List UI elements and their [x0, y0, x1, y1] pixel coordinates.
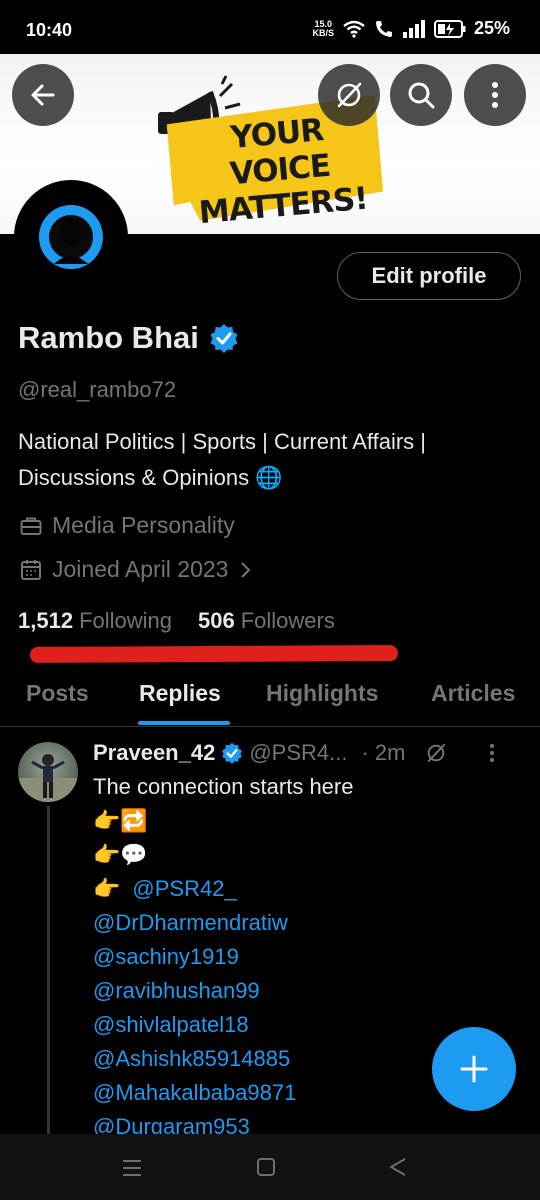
bio-line-1: National Politics | Sports | Current Aff…	[18, 429, 427, 454]
status-icons: 15.0 KB/S 25%	[312, 18, 510, 39]
profile-name: Rambo Bhai	[18, 320, 199, 355]
profile-bio: National Politics | Sports | Current Aff…	[18, 424, 528, 496]
tab-highlights[interactable]: Highlights	[266, 680, 378, 707]
calendar-icon	[21, 559, 41, 580]
battery-icon	[433, 19, 466, 38]
mention-link[interactable]: @ravibhushan99	[93, 974, 353, 1008]
tweet-author-handle[interactable]: @PSR4...	[249, 740, 347, 766]
back-nav-icon[interactable]	[388, 1157, 408, 1177]
tweet-emoji-line-1: 👉🔁	[93, 808, 148, 833]
briefcase-icon	[20, 517, 42, 535]
followers-link[interactable]: 506 Followers	[198, 608, 335, 634]
home-icon[interactable]	[256, 1157, 276, 1177]
battery-percent: 25%	[473, 18, 510, 38]
more-vertical-icon	[492, 82, 498, 108]
category-text: Media Personality	[52, 512, 235, 538]
profile-category: Media Personality	[20, 512, 235, 539]
joined-text: Joined April 2023	[52, 556, 229, 582]
network-speed: 15.0 KB/S	[312, 19, 334, 38]
avatar-silhouette-icon	[39, 205, 103, 269]
status-time: 10:40	[26, 20, 73, 40]
following-count: 1,512	[18, 608, 74, 633]
more-button[interactable]	[464, 64, 526, 126]
tweet-header: Praveen_42 @PSR4... · 2m	[93, 740, 495, 766]
status-bar: 10:40 15.0 KB/S 25%	[0, 0, 540, 54]
profile-stats: 1,512 Following 506 Followers	[18, 608, 335, 634]
tweet-author-name[interactable]: Praveen_42	[93, 740, 215, 766]
bio-line-2: Discussions & Opinions 🌐	[18, 465, 283, 490]
recent-apps-icon[interactable]	[121, 1158, 143, 1178]
mention-link[interactable]: @DrDharmendratiw	[93, 906, 353, 940]
mention-link[interactable]: @Ashishk85914885	[93, 1042, 353, 1076]
followers-label: Followers	[240, 608, 335, 633]
verified-badge-icon	[222, 742, 243, 764]
following-label: Following	[79, 608, 172, 633]
system-nav-bar	[0, 1134, 540, 1200]
tab-replies[interactable]: Replies	[139, 680, 221, 707]
more-vertical-icon[interactable]	[489, 743, 495, 763]
arrow-left-icon	[31, 84, 55, 106]
active-tab-indicator	[138, 721, 230, 725]
search-button[interactable]	[390, 64, 452, 126]
tweet-emoji-pointer: 👉	[93, 876, 121, 901]
chevron-right-icon	[241, 561, 251, 578]
person-photo-icon	[18, 754, 78, 802]
profile-name-row: Rambo Bhai	[18, 320, 239, 356]
search-icon	[408, 82, 435, 109]
tweet-time: · 2m	[361, 740, 406, 765]
red-underline-annotation	[29, 645, 399, 663]
tab-posts[interactable]: Posts	[26, 680, 89, 707]
signal-icon	[402, 19, 425, 38]
verified-badge-icon[interactable]	[209, 323, 239, 353]
profile-handle: @real_rambo72	[18, 377, 177, 402]
grok-button[interactable]	[318, 64, 380, 126]
compose-post-button[interactable]	[432, 1027, 516, 1111]
tweet-emoji-line-3: 👉 @PSR42_	[93, 872, 353, 906]
tweet-emoji-line-2: 👉💬	[93, 842, 148, 867]
plus-icon	[460, 1055, 488, 1083]
wifi-icon	[343, 20, 365, 38]
thread-line	[47, 806, 50, 1136]
back-button[interactable]	[12, 64, 74, 126]
tweet-author-avatar[interactable]	[18, 742, 78, 802]
tweet-text: The connection starts here	[93, 774, 354, 799]
wifi-call-icon	[375, 20, 392, 37]
slashed-circle-icon	[337, 82, 362, 108]
network-speed-unit: KB/S	[312, 27, 334, 38]
mention-link[interactable]: @shivlalpatel18	[93, 1008, 353, 1042]
banner-text: YOUR VOICE MATTERS!	[181, 108, 380, 232]
tab-articles[interactable]: Articles	[431, 680, 515, 707]
slashed-circle-icon[interactable]	[425, 742, 447, 764]
profile-joined[interactable]: Joined April 2023	[20, 556, 252, 583]
edit-profile-button[interactable]: Edit profile	[337, 252, 521, 300]
mention-link[interactable]: @PSR42_	[132, 872, 236, 906]
profile-tabs: Posts Replies Highlights Articles	[0, 670, 540, 727]
followers-count: 506	[198, 608, 235, 633]
profile-avatar[interactable]	[14, 180, 128, 294]
mention-link[interactable]: @sachiny1919	[93, 940, 353, 974]
following-link[interactable]: 1,512 Following	[18, 608, 172, 634]
mention-link[interactable]: @Mahakalbaba9871	[93, 1076, 353, 1110]
tweet-body: The connection starts here 👉🔁 👉💬 👉 @PSR4…	[93, 770, 353, 1144]
